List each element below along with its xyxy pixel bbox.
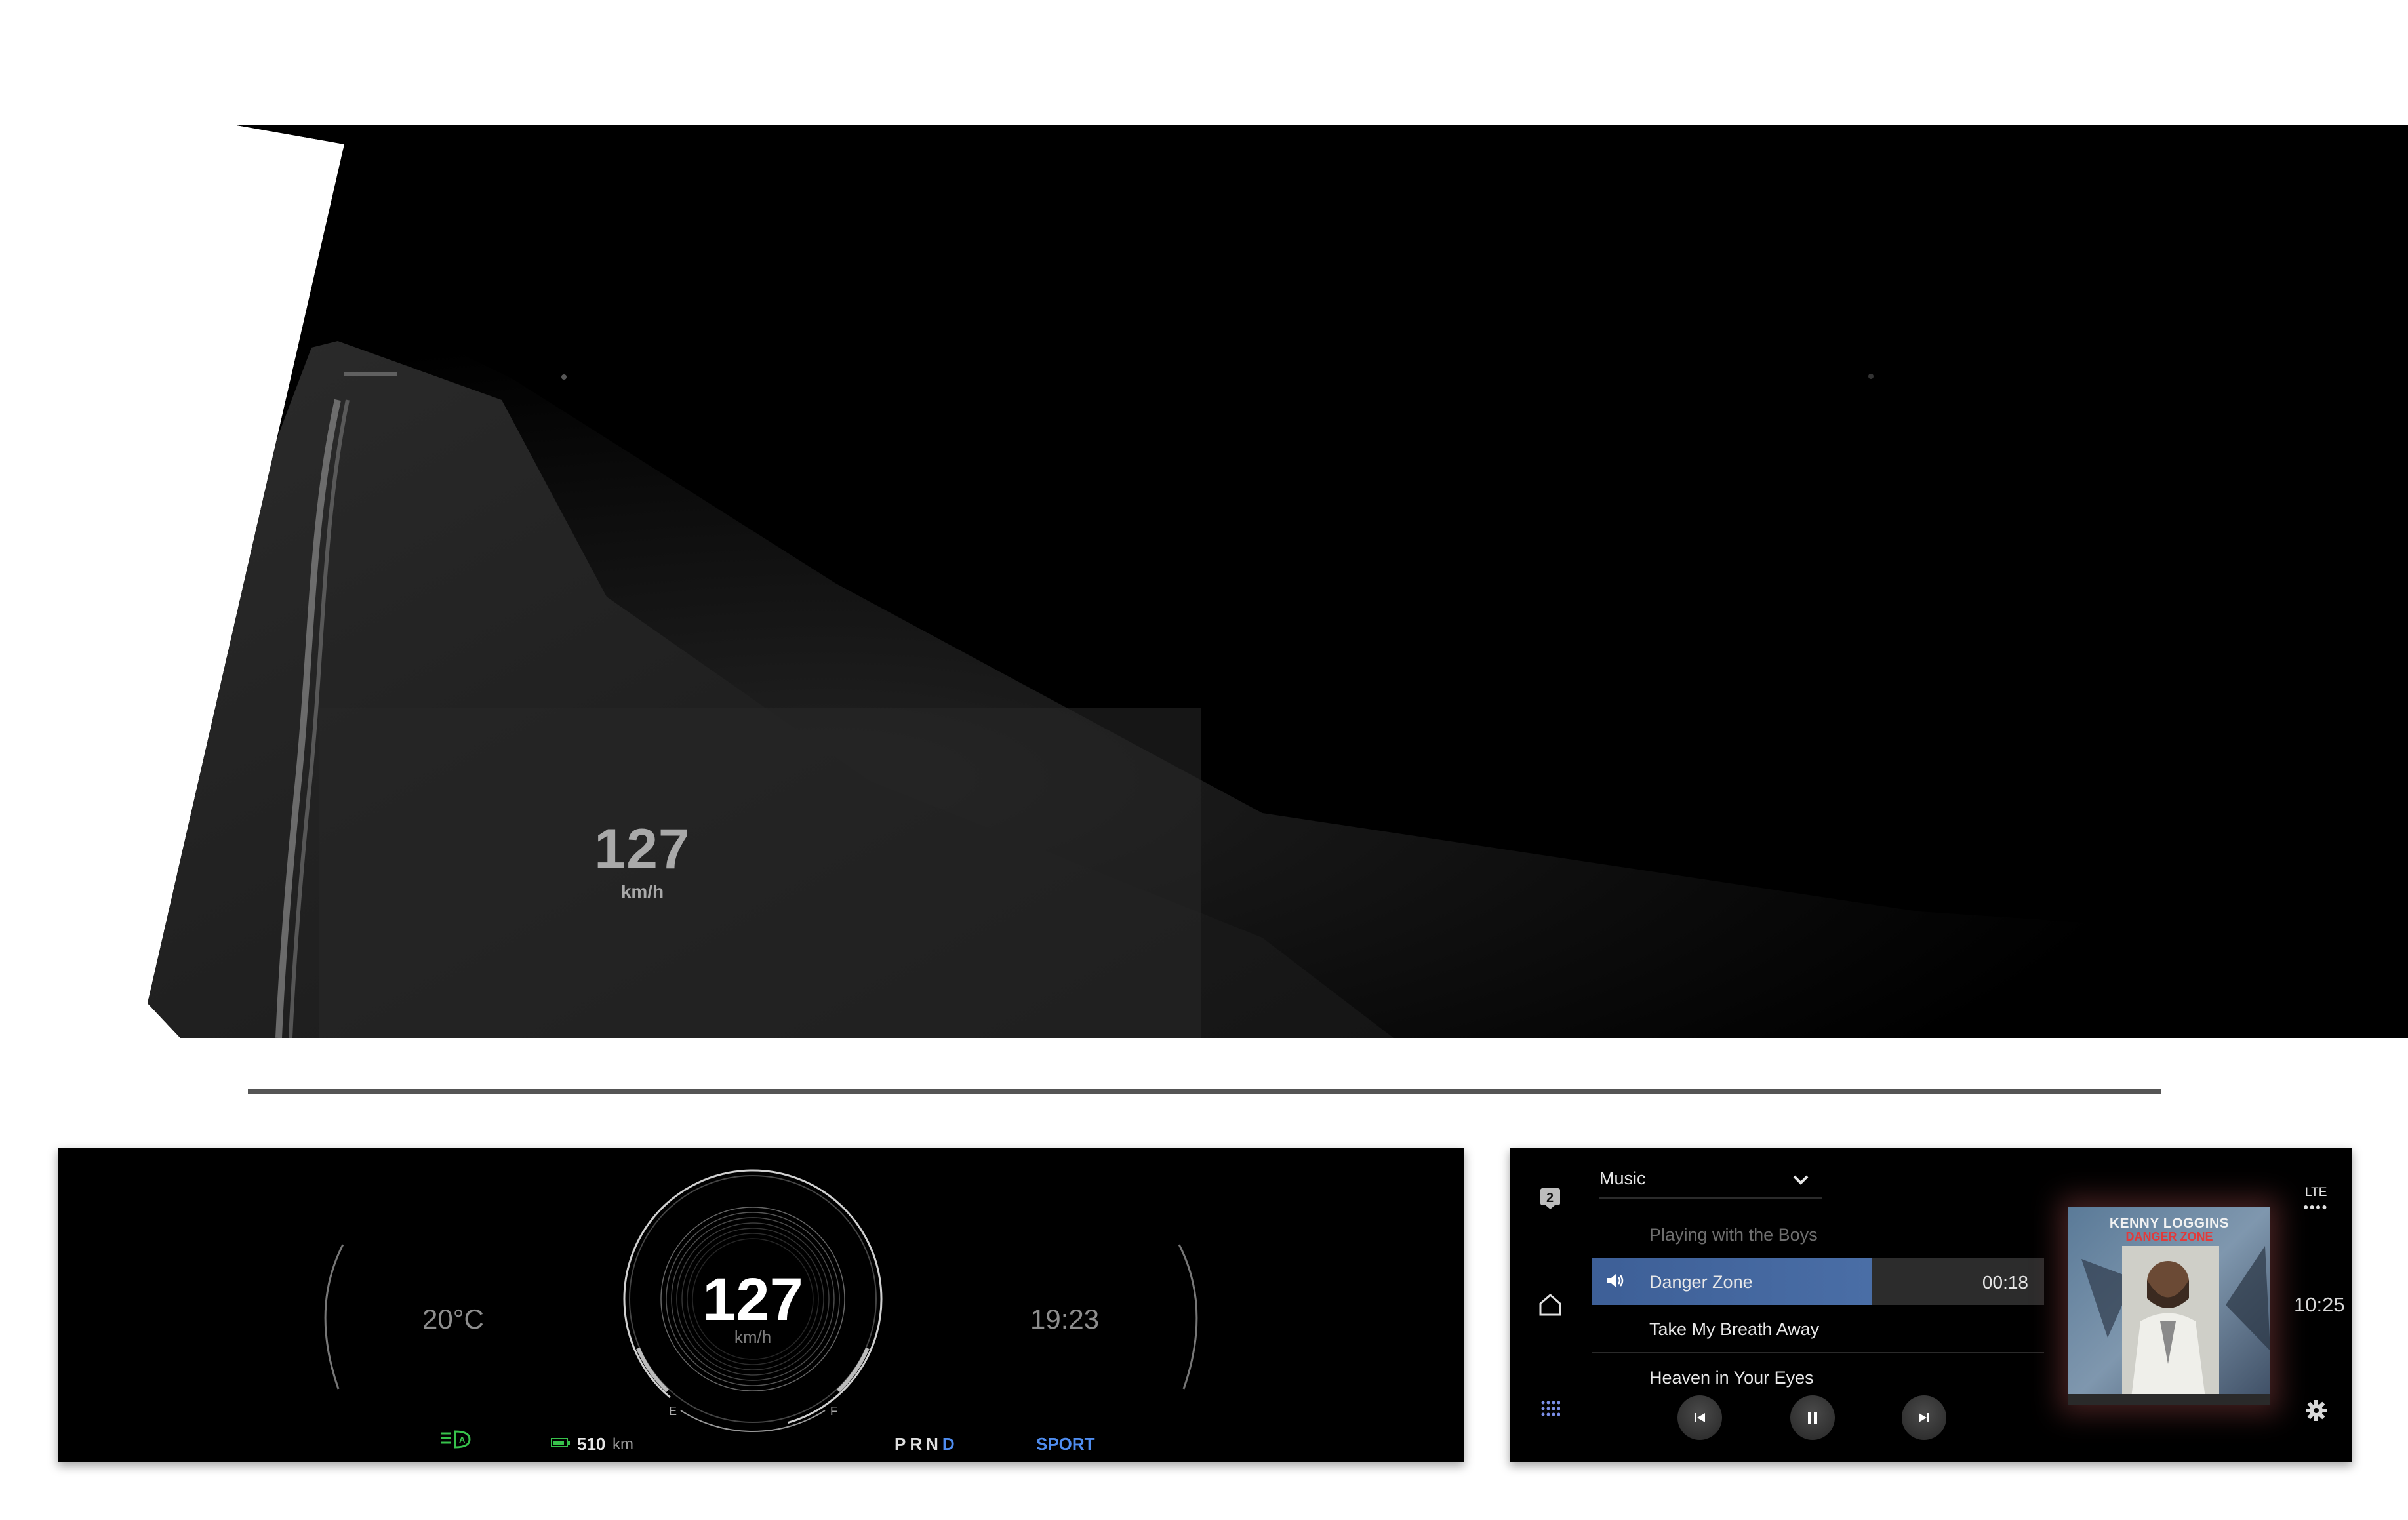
speaker-icon	[1607, 1274, 1624, 1287]
cluster-speed-unit: km/h	[734, 1327, 772, 1347]
next-button[interactable]	[1902, 1395, 1946, 1440]
previous-button[interactable]	[1677, 1395, 1722, 1440]
range-unit: km	[612, 1435, 633, 1453]
hud-speed-unit: km/h	[620, 881, 664, 902]
gear-selector-indicator: PRND	[894, 1434, 959, 1454]
svg-text:A: A	[459, 1435, 466, 1445]
drive-mode-indicator: SPORT	[1036, 1434, 1095, 1454]
signal-strength-icon: ●●●●	[2303, 1201, 2328, 1212]
svg-text:2: 2	[1546, 1191, 1554, 1205]
gear-n: N	[926, 1434, 942, 1454]
apps-grid-icon[interactable]	[1540, 1400, 1560, 1420]
track-title: Heaven in Your Eyes	[1649, 1368, 1814, 1388]
cluster-speed-value: 127	[702, 1266, 803, 1333]
range-value: 510	[577, 1434, 606, 1454]
track-list-item[interactable]: Take My Breath Away	[1592, 1305, 2044, 1353]
cluster-clock: 19:23	[1030, 1304, 1100, 1334]
fuel-full-label: F	[830, 1405, 837, 1418]
hud-speed-value: 127	[594, 818, 691, 881]
album-title: DANGER ZONE	[2125, 1230, 2213, 1243]
track-list-item[interactable]: Heaven in Your Eyes	[1592, 1353, 2044, 1401]
outside-temperature: 20°C	[422, 1304, 484, 1334]
music-source-dropdown[interactable]: Music	[1599, 1162, 1822, 1199]
gear-d-active: D	[942, 1434, 959, 1454]
track-elapsed-time: 00:18	[1982, 1272, 2028, 1292]
hud-projection-area: 127 km/h	[319, 708, 1201, 1038]
track-title: Playing with the Boys	[1649, 1225, 1818, 1245]
gear-icon[interactable]	[2305, 1399, 2327, 1422]
infotainment-screen: 2 Music Playing with the Boys Danger Zon…	[1510, 1148, 2352, 1462]
track-title: Take My Breath Away	[1649, 1319, 1820, 1339]
network-status: LTE	[2305, 1186, 2327, 1199]
speedometer-gauge: 127 km/h E F	[615, 1165, 891, 1453]
chevron-down-icon	[1793, 1175, 1809, 1185]
album-artist: KENNY LOGGINS	[2109, 1216, 2230, 1231]
infotainment-clock: 10:25	[2294, 1293, 2345, 1316]
track-title: Danger Zone	[1649, 1272, 1753, 1292]
dashboard-divider	[248, 1089, 2161, 1094]
source-label: Music	[1599, 1169, 1646, 1188]
gear-r: R	[910, 1434, 927, 1454]
track-list-item[interactable]: Playing with the Boys	[1592, 1210, 2044, 1258]
album-art[interactable]: KENNY LOGGINS DANGER ZONE	[2068, 1207, 2270, 1405]
profile-2-icon[interactable]: 2	[1539, 1187, 1561, 1210]
pause-icon	[1808, 1412, 1817, 1424]
instrument-cluster: 20°C 19:23 127 km/h E F A 510 km PRND SP…	[58, 1148, 1464, 1462]
home-icon[interactable]	[1538, 1293, 1563, 1317]
hud-windshield: 127 km/h	[148, 125, 2408, 1038]
auto-headlight-icon: A	[441, 1430, 471, 1449]
gear-p: P	[894, 1434, 910, 1454]
pause-button[interactable]	[1790, 1395, 1835, 1440]
previous-icon	[1695, 1413, 1705, 1422]
battery-icon	[551, 1438, 570, 1447]
fuel-empty-label: E	[669, 1405, 677, 1418]
track-list-item-playing[interactable]: Danger Zone 00:18	[1592, 1258, 2044, 1305]
next-icon	[1919, 1413, 1929, 1422]
